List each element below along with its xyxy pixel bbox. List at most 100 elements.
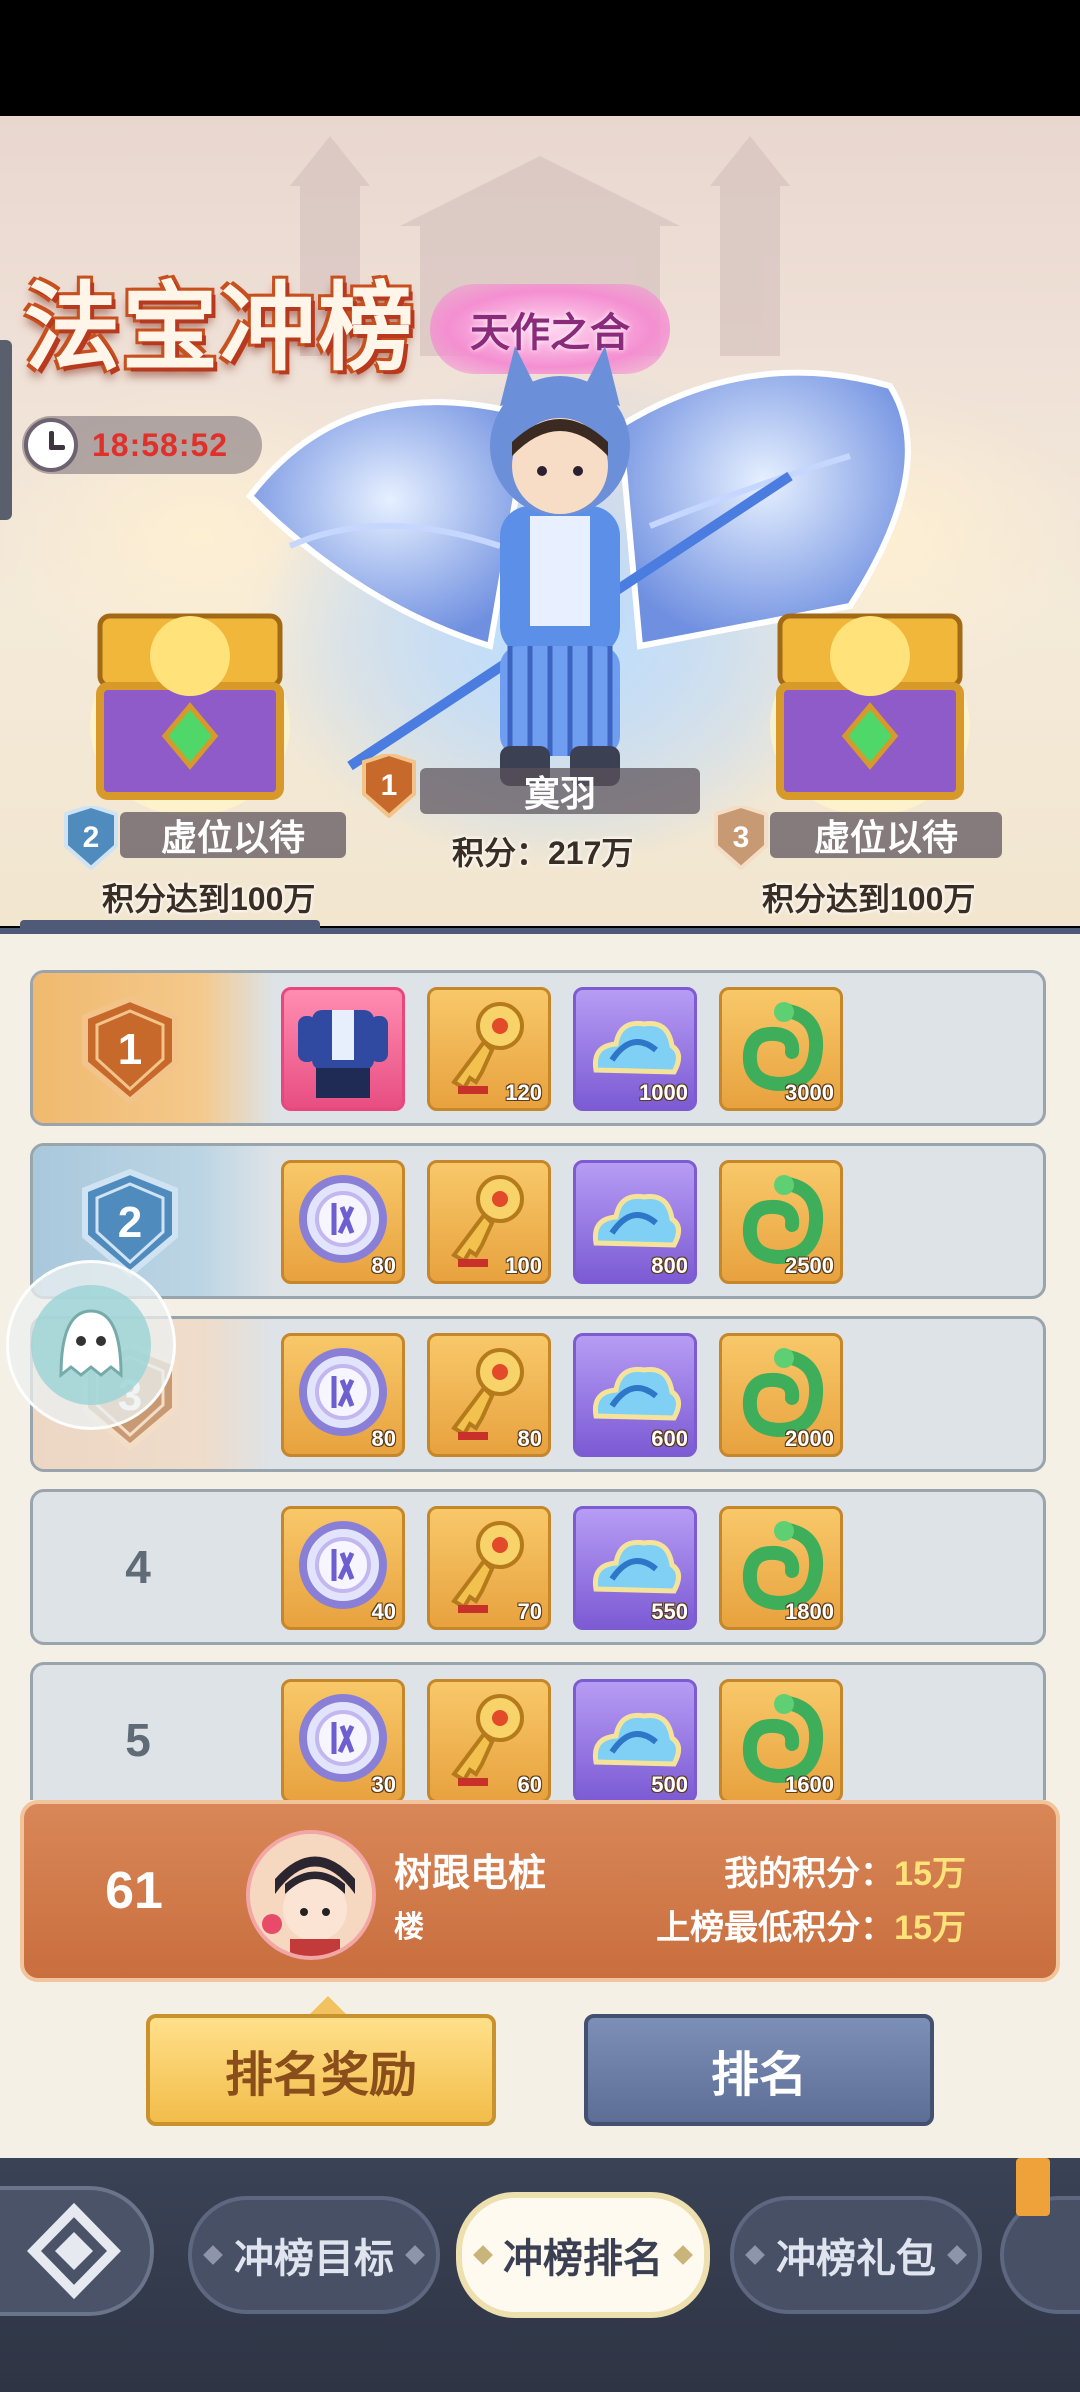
reward-item[interactable]: 3000	[719, 987, 843, 1111]
reward-item[interactable]: 2500	[719, 1160, 843, 1284]
my-score-label: 我的积分：	[724, 1855, 895, 1893]
reward-item[interactable]: 1000	[573, 987, 697, 1111]
reward-item-quantity: 3000	[785, 1080, 834, 1105]
rank-3-name: 虚位以待	[770, 812, 1002, 858]
reward-item-quantity: 100	[505, 1253, 542, 1278]
floating-assistant-button[interactable]	[6, 1260, 176, 1430]
rank-3-badge: 3	[712, 806, 770, 870]
reward-item[interactable]: 120	[427, 987, 551, 1111]
reward-item[interactable]: 500	[573, 1679, 697, 1800]
avatar[interactable]	[246, 1830, 376, 1960]
rank-number: 4	[125, 1541, 151, 1593]
reward-items: 80 100 800 2500	[281, 1160, 843, 1284]
treasure-chest-icon	[770, 613, 970, 816]
ranking-button[interactable]: 排名	[584, 2014, 934, 2126]
rank-medal-number: 1	[117, 1025, 143, 1074]
reward-items: 80 80 600 2000	[281, 1333, 843, 1457]
my-rank-bar: 61 树跟电桩 楼 我的积分：15万 上榜最低积分：15万	[20, 1800, 1060, 1982]
countdown-timer: 18:58:52	[22, 416, 262, 474]
reward-row: 5 30 60 500 1600	[30, 1662, 1046, 1800]
rank-number: 5	[125, 1714, 151, 1766]
reward-item[interactable]: 30	[281, 1679, 405, 1800]
reward-items: 30 60 500 1600	[281, 1679, 843, 1800]
diamond-icon	[473, 2245, 493, 2265]
reward-item[interactable]: 80	[281, 1160, 405, 1284]
rank-2-name: 虚位以待	[120, 812, 346, 858]
reward-item[interactable]: 1600	[719, 1679, 843, 1800]
diamond-icon	[405, 2245, 425, 2265]
my-rank-number: 61	[105, 1862, 163, 1920]
reward-item[interactable]: 800	[573, 1160, 697, 1284]
min-rank-score: 上榜最低积分：15万	[656, 1900, 966, 1949]
min-score-label: 上榜最低积分：	[656, 1909, 895, 1947]
rank-medal-icon: 1	[75, 995, 185, 1105]
tab-rank-ranking[interactable]: 冲榜排名	[456, 2192, 710, 2318]
reward-item-quantity: 30	[371, 1772, 396, 1797]
my-score: 我的积分：15万	[724, 1846, 966, 1895]
reward-item[interactable]: 40	[281, 1506, 405, 1630]
diamond-icon	[947, 2245, 967, 2265]
rank-reward-button[interactable]: 排名奖励	[146, 1996, 496, 2126]
clock-icon	[24, 418, 78, 472]
reward-item-quantity: 60	[517, 1772, 542, 1797]
reward-item-quantity: 500	[651, 1772, 688, 1797]
reward-item[interactable]	[281, 987, 405, 1111]
reward-item[interactable]: 600	[573, 1333, 697, 1457]
rank-1-name: 寞羽	[420, 768, 700, 814]
tab-rank-gift[interactable]: 冲榜礼包	[730, 2196, 982, 2314]
my-score-value: 15万	[894, 1855, 966, 1893]
reward-item[interactable]: 1800	[719, 1506, 843, 1630]
min-score-value: 15万	[894, 1909, 966, 1947]
bottom-tab-bar: 冲榜目标 冲榜排名 冲榜礼包	[0, 2158, 1080, 2392]
tab-label: 冲榜礼包	[776, 2237, 936, 2281]
reward-row: 380806002000	[30, 1316, 1046, 1472]
reward-row: 2 80 100 800 2500	[30, 1143, 1046, 1299]
side-drawer-handle[interactable]	[0, 340, 12, 520]
reward-items: 120 1000 3000	[281, 987, 843, 1111]
reward-item[interactable]: 100	[427, 1160, 551, 1284]
reward-item-quantity: 2500	[785, 1253, 834, 1278]
reward-item-quantity: 2000	[785, 1426, 834, 1451]
reward-item-quantity: 120	[505, 1080, 542, 1105]
countdown-text: 18:58:52	[92, 426, 229, 463]
reward-items: 40 70 550 1800	[281, 1506, 843, 1630]
rank-1-score: 积分：217万	[452, 835, 634, 871]
reward-item[interactable]: 80	[427, 1333, 551, 1457]
reward-item-quantity: 80	[371, 1426, 396, 1451]
tab-rank-target[interactable]: 冲榜目标	[188, 2196, 440, 2314]
reward-item-quantity: 1600	[785, 1772, 834, 1797]
diamond-icon	[673, 2245, 693, 2265]
reward-row: 4 40 70 550 1800	[30, 1489, 1046, 1645]
reward-item-quantity: 550	[651, 1599, 688, 1624]
reward-item[interactable]: 2000	[719, 1333, 843, 1457]
reward-item-quantity: 1000	[639, 1080, 688, 1105]
tab-label: 冲榜排名	[503, 2237, 663, 2281]
rank-2-badge: 2	[62, 806, 120, 870]
back-home-button[interactable]	[0, 2186, 154, 2316]
status-bar	[0, 0, 1080, 116]
diamond-logo-icon	[27, 2202, 121, 2300]
reward-item[interactable]: 60	[427, 1679, 551, 1800]
rank-3-requirement: 积分达到100万	[762, 881, 976, 917]
reward-item-quantity: 1800	[785, 1599, 834, 1624]
ghost-icon	[31, 1285, 151, 1405]
reward-list[interactable]: 1120100030002801008002500380806002000440…	[30, 970, 1050, 1800]
reward-item-quantity: 80	[371, 1253, 396, 1278]
my-player-name: 树跟电桩	[394, 1853, 547, 1895]
reward-item-quantity: 80	[517, 1426, 542, 1451]
notification-flag	[1016, 2158, 1050, 2216]
rank-1-badge: 1	[360, 754, 418, 818]
diamond-icon	[745, 2245, 765, 2265]
treasure-chest-icon	[90, 613, 290, 816]
reward-item-quantity: 800	[651, 1253, 688, 1278]
event-banner: 法宝冲榜 天作之合 18:58:52 1 寞羽 积分：217万 2 虚位以待 积…	[0, 116, 1080, 926]
reward-item-quantity: 600	[651, 1426, 688, 1451]
reward-row: 1 120 1000 3000	[30, 970, 1046, 1126]
reward-item[interactable]: 550	[573, 1506, 697, 1630]
reward-item-quantity: 40	[371, 1599, 396, 1624]
reward-item[interactable]: 80	[281, 1333, 405, 1457]
reward-item-quantity: 70	[517, 1599, 542, 1624]
reward-item[interactable]: 70	[427, 1506, 551, 1630]
tab-label: 冲榜目标	[234, 2237, 394, 2281]
diamond-icon	[203, 2245, 223, 2265]
